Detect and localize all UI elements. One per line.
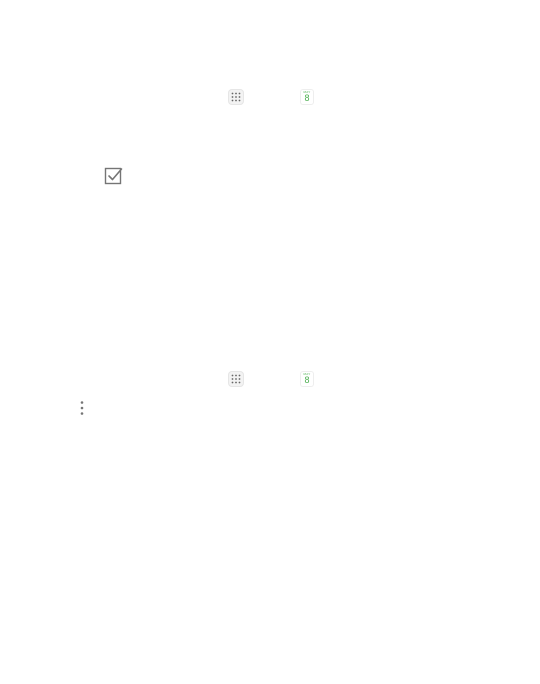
apps-grid-icon[interactable] xyxy=(228,89,244,105)
calendar-icon[interactable]: MAY 8 xyxy=(300,371,314,387)
calendar-day: 8 xyxy=(304,93,310,103)
checkbox-icon[interactable] xyxy=(104,166,124,186)
apps-grid-glyph xyxy=(231,374,241,384)
calendar-day: 8 xyxy=(304,375,310,385)
apps-grid-icon[interactable] xyxy=(228,371,244,387)
apps-grid-glyph xyxy=(231,92,241,102)
more-vert-icon[interactable] xyxy=(79,400,85,416)
calendar-icon[interactable]: MAY 8 xyxy=(300,89,314,105)
